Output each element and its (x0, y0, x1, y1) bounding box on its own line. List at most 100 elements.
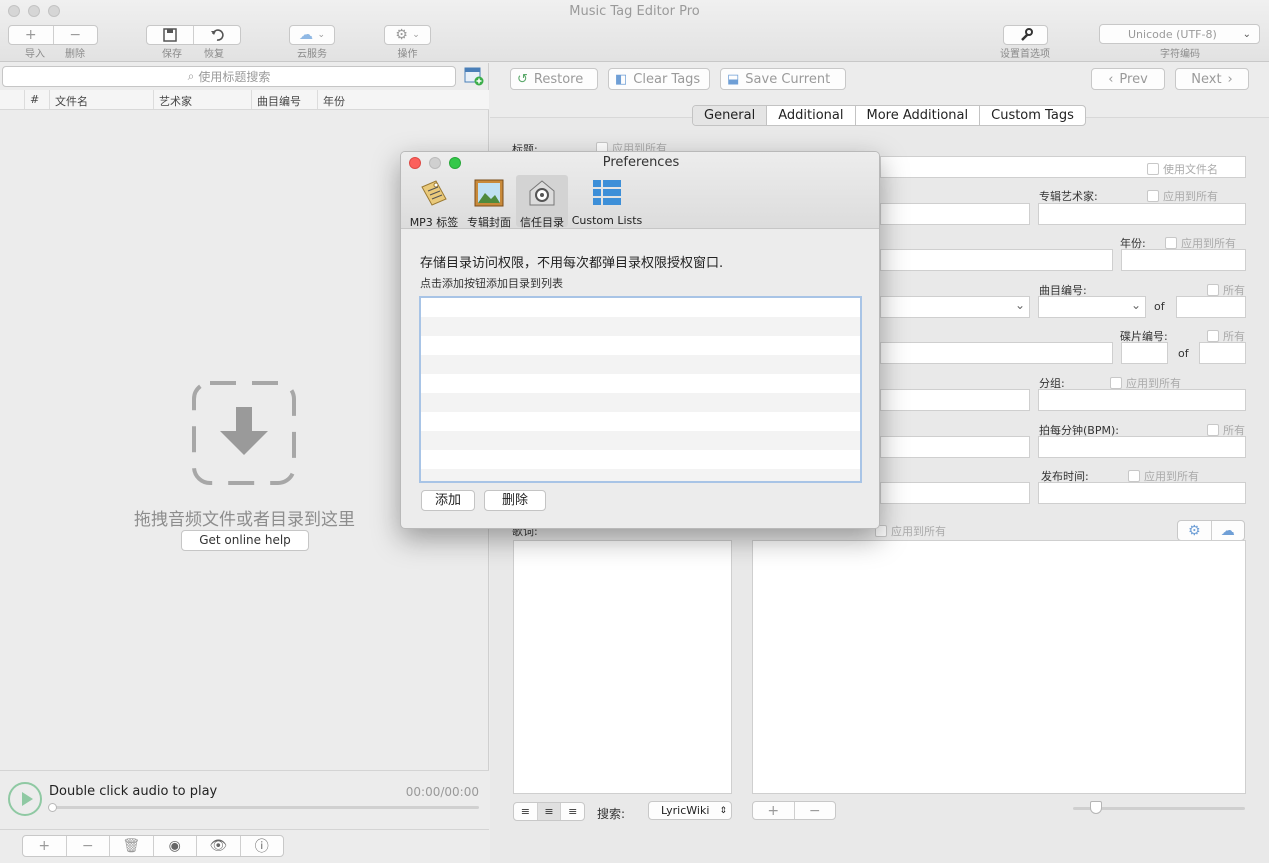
lyric-source-select[interactable]: LyricWiki ⇕ (648, 801, 732, 820)
align-left-icon: ≡ (520, 805, 530, 818)
apply-all-artwork-checkbox[interactable]: 应用到所有 (875, 523, 946, 539)
comment-input[interactable] (880, 389, 1030, 411)
chevron-down-icon: ⌄ (1242, 28, 1251, 40)
preferences-title: Preferences (602, 155, 680, 170)
column-filename[interactable]: 文件名 (50, 90, 154, 109)
list-row[interactable] (421, 317, 860, 336)
remove-file-button[interactable]: − (65, 836, 110, 856)
cloud-service-button[interactable]: ☁ ⌄ (289, 25, 335, 45)
bpm-input[interactable] (1038, 436, 1246, 458)
lyrics-textarea[interactable] (513, 540, 732, 794)
year-input[interactable] (1121, 249, 1246, 271)
get-online-help-button[interactable]: Get online help (181, 530, 309, 551)
restore-tags-button[interactable]: ↺ Restore (510, 68, 598, 90)
pref-tab-label: MP3 标签 (409, 216, 459, 229)
use-filename-checkbox[interactable]: 使用文件名 (1147, 161, 1218, 177)
delete-folder-button[interactable]: 删除 (484, 490, 546, 511)
copyright-input[interactable] (880, 436, 1030, 458)
artwork-zoom-handle[interactable] (1090, 801, 1102, 814)
tab-more-additional[interactable]: More Additional (854, 106, 980, 125)
artwork-area[interactable] (752, 540, 1246, 794)
list-row[interactable] (421, 393, 860, 412)
trusted-folders-list[interactable] (419, 296, 862, 483)
column-checkbox[interactable] (0, 90, 25, 109)
track-total-input[interactable] (1176, 296, 1246, 318)
list-row[interactable] (421, 412, 860, 431)
save-icon (163, 28, 177, 42)
eye-icon: 👁 (209, 838, 228, 854)
align-left-button[interactable]: ≡ (514, 803, 537, 820)
cloud-download-icon: ☁ (1220, 522, 1235, 539)
tab-additional[interactable]: Additional (766, 106, 854, 125)
pref-tab-album-cover[interactable]: 专辑封面 (464, 175, 514, 229)
artwork-settings-button[interactable]: ⚙ (1178, 521, 1211, 540)
artwork-add-remove-group: + − (752, 801, 836, 820)
prev-button[interactable]: ‹ Prev (1091, 68, 1165, 90)
info-button[interactable]: ⓘ (239, 836, 284, 856)
play-icon[interactable] (8, 782, 42, 816)
add-folder-button[interactable]: 添加 (421, 490, 475, 511)
pref-tab-custom-lists[interactable]: Custom Lists (571, 175, 643, 227)
preferences-label: 设置首选项 (1000, 49, 1050, 60)
column-year[interactable]: 年份 (318, 90, 378, 109)
list-row[interactable] (421, 469, 860, 481)
column-track[interactable]: 曲目编号 (252, 90, 318, 109)
list-row[interactable] (421, 355, 860, 374)
save-current-button[interactable]: ⬓ Save Current (720, 68, 846, 90)
add-folder-icon[interactable] (464, 66, 484, 86)
composer-input[interactable] (880, 342, 1113, 364)
genre-select[interactable] (880, 296, 1030, 318)
action-menu-button[interactable]: ⚙ ⌄ (384, 25, 431, 45)
artwork-download-button[interactable]: ☁ (1210, 521, 1245, 540)
list-row[interactable] (421, 336, 860, 355)
preview-button[interactable]: 👁 (196, 836, 240, 856)
align-center-button[interactable]: ≡ (536, 803, 561, 820)
pref-tab-trusted-folders[interactable]: 信任目录 (516, 175, 568, 229)
file-list-bottom-bar: + − 🗑 ◉ 👁 ⓘ (0, 829, 489, 863)
encoding-select[interactable]: Unicode (UTF-8) ⌄ (1099, 24, 1260, 44)
add-file-button[interactable]: + (23, 836, 66, 856)
search-input[interactable]: ⌕ 使用标题搜索 (2, 66, 456, 87)
add-artwork-button[interactable]: + (753, 802, 794, 819)
album-artist-input[interactable] (1038, 203, 1246, 225)
import-button[interactable]: + (9, 26, 53, 44)
tab-custom-tags[interactable]: Custom Tags (979, 106, 1085, 125)
grouping-input[interactable] (1038, 389, 1246, 411)
lookup-button[interactable]: ◉ (152, 836, 197, 856)
release-time-input[interactable] (1038, 482, 1246, 504)
next-button[interactable]: Next › (1175, 68, 1249, 90)
pref-tab-mp3-tags[interactable]: MP3 标签 (406, 175, 462, 229)
preferences-button[interactable] (1003, 25, 1048, 45)
save-button[interactable] (147, 26, 193, 44)
column-artist[interactable]: 艺术家 (154, 90, 252, 109)
remove-artwork-button[interactable]: − (793, 802, 836, 819)
disc-number-input[interactable] (1121, 342, 1168, 364)
apply-all-album-artist-checkbox[interactable]: 应用到所有 (1147, 188, 1218, 204)
encoder-input[interactable] (880, 482, 1030, 504)
artist-input[interactable] (880, 203, 1030, 225)
clear-tags-button[interactable]: ◧ Clear Tags (608, 68, 710, 90)
minus-icon: − (808, 802, 821, 819)
align-right-button[interactable]: ≡ (560, 803, 584, 820)
cloud-icon: ☁ (299, 27, 313, 43)
trash-button[interactable]: 🗑 (109, 836, 153, 856)
lyrics-search-label: 搜索: (597, 807, 626, 821)
disc-total-input[interactable] (1199, 342, 1246, 364)
editor-tabs: General Additional More Additional Custo… (692, 105, 1086, 126)
list-row[interactable] (421, 374, 860, 393)
album-input[interactable] (880, 249, 1113, 271)
trash-icon: 🗑 (122, 838, 141, 854)
delete-button[interactable]: − (52, 26, 98, 44)
import-delete-group: + − (8, 25, 98, 45)
encoding-label: 字符编码 (1160, 49, 1200, 60)
list-row[interactable] (421, 431, 860, 450)
track-number-select[interactable] (1038, 296, 1146, 318)
scrubber-handle[interactable] (48, 803, 57, 812)
list-row[interactable] (421, 450, 860, 469)
list-row[interactable] (421, 298, 860, 317)
column-number[interactable]: # (25, 90, 50, 109)
playback-scrubber[interactable] (49, 806, 479, 809)
restore-button[interactable] (193, 26, 240, 44)
tab-general[interactable]: General (693, 106, 767, 125)
lyric-source-value: LyricWiki (661, 804, 710, 817)
